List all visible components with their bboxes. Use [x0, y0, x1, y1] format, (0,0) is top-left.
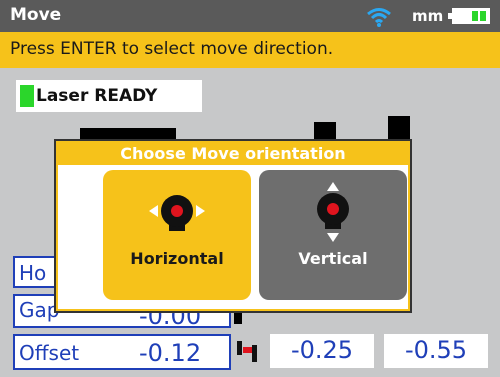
offset-back-value: -0.55 [384, 334, 488, 368]
machine-foot-mid [314, 122, 336, 140]
offset-front-value: -0.25 [270, 334, 374, 368]
vertical-move-icon [317, 182, 349, 242]
offset-indicator-icon [237, 341, 257, 362]
offset-label: Offset [19, 341, 80, 365]
horizontal-field-label: Ho [19, 261, 47, 285]
title-bar: Move mm [0, 0, 500, 32]
dialog-body: Horizontal Vertical [58, 165, 408, 309]
offset-back-value-text: -0.55 [404, 336, 468, 364]
screen-title: Move [10, 5, 62, 25]
offset-front-value-text: -0.25 [290, 336, 354, 364]
laser-status-led [20, 85, 34, 107]
vertical-option-label: Vertical [298, 249, 368, 268]
prompt-bar: Press ENTER to select move direction. [0, 32, 500, 68]
horizontal-move-icon [149, 195, 205, 231]
laser-status-box: Laser READY [16, 80, 202, 112]
offset-value: -0.12 [139, 339, 202, 367]
move-orientation-dialog: Choose Move orientation Horizontal Verti… [54, 139, 412, 313]
machine-foot-right [388, 116, 410, 140]
horizontal-field[interactable]: Ho [13, 256, 56, 288]
laser-status-text: Laser READY [36, 86, 158, 106]
wifi-icon [367, 8, 391, 27]
vertical-option-button[interactable]: Vertical [259, 170, 407, 300]
units-indicator: mm [412, 7, 444, 25]
dialog-title: Choose Move orientation [120, 144, 346, 163]
horizontal-option-label: Horizontal [130, 249, 224, 268]
battery-icon [448, 8, 490, 24]
horizontal-option-button[interactable]: Horizontal [103, 170, 251, 300]
offset-field[interactable]: Offset -0.12 [13, 334, 231, 370]
prompt-text: Press ENTER to select move direction. [10, 39, 334, 59]
